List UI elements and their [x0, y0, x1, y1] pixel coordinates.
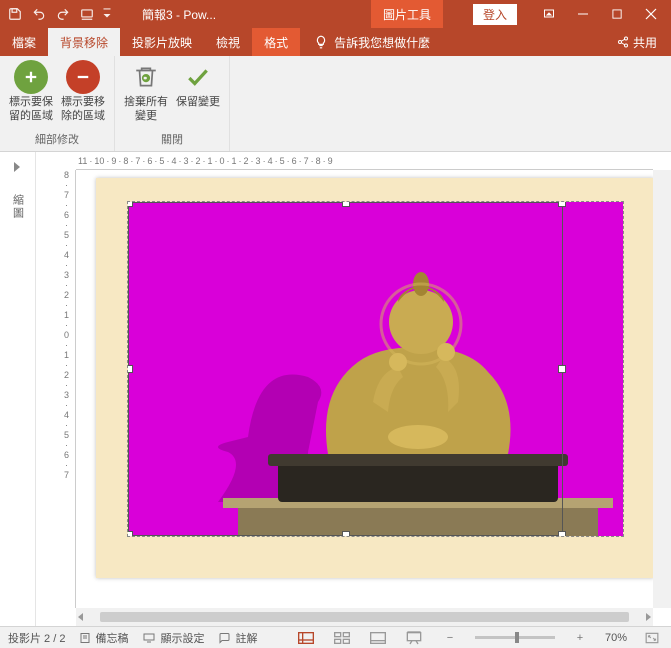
slide-sorter-view-icon[interactable]: [331, 630, 353, 646]
mark-remove-button[interactable]: 標示要移除的區域: [58, 60, 108, 129]
tab-view[interactable]: 檢視: [204, 28, 252, 56]
zoom-out-icon[interactable]: −: [439, 630, 461, 646]
minimize-icon[interactable]: [567, 4, 599, 24]
tell-me-search[interactable]: 告訴我您想做什麼: [300, 28, 603, 56]
contextual-tab-label[interactable]: 圖片工具: [371, 0, 443, 28]
ribbon-group-close: 捨棄所有變更 保留變更 關閉: [115, 56, 230, 151]
check-icon: [181, 60, 215, 94]
notes-button[interactable]: 備忘稿: [79, 630, 128, 646]
plus-circle-icon: [14, 60, 48, 94]
mark-keep-button[interactable]: 標示要保留的區域: [6, 60, 56, 129]
tab-slideshow[interactable]: 投影片放映: [120, 28, 204, 56]
close-icon[interactable]: [635, 4, 667, 24]
tab-background-remove[interactable]: 背景移除: [48, 28, 120, 56]
scrollbar-thumb[interactable]: [100, 612, 629, 622]
qat-more-icon[interactable]: [102, 5, 112, 23]
title-bar: 簡報3 - Pow... 圖片工具 登入: [0, 0, 671, 28]
discard-changes-button[interactable]: 捨棄所有變更: [121, 60, 171, 129]
workspace: 縮圖 11·10·9·8·7·6·5·4·3·2·1·0·1·2·3·4·5·6…: [0, 152, 671, 626]
ribbon-tabs: 檔案 背景移除 投影片放映 檢視 格式 告訴我您想做什麼 共用: [0, 28, 671, 56]
group-label-close: 關閉: [161, 129, 183, 151]
fit-to-window-icon[interactable]: [641, 630, 663, 646]
zoom-in-icon[interactable]: +: [569, 630, 591, 646]
tab-file[interactable]: 檔案: [0, 28, 48, 56]
tab-format[interactable]: 格式: [252, 28, 300, 56]
save-icon[interactable]: [6, 5, 24, 23]
maximize-icon[interactable]: [601, 4, 633, 24]
picture-background-removal[interactable]: [128, 202, 623, 536]
selection-marquee[interactable]: [128, 202, 563, 536]
scroll-right-icon[interactable]: [643, 612, 653, 622]
thumbnail-pane-label: 縮圖: [10, 194, 26, 220]
share-icon: [617, 36, 629, 48]
display-settings-button[interactable]: 顯示設定: [142, 630, 204, 646]
undo-icon[interactable]: [30, 5, 48, 23]
vertical-scrollbar[interactable]: [653, 170, 671, 608]
lightbulb-icon: [314, 35, 328, 49]
share-label: 共用: [633, 34, 657, 51]
quick-access-toolbar: [0, 5, 112, 23]
ribbon-display-options-icon[interactable]: [533, 4, 565, 24]
login-button[interactable]: 登入: [473, 4, 517, 25]
normal-view-icon[interactable]: [295, 630, 317, 646]
thumbnail-pane-collapsed: 縮圖: [0, 152, 36, 626]
comments-button[interactable]: 註解: [218, 630, 257, 646]
redo-icon[interactable]: [54, 5, 72, 23]
start-from-beginning-icon[interactable]: [78, 5, 96, 23]
ribbon: 標示要保留的區域 標示要移除的區域 細部修改 捨棄所有變更 保留變更 關閉: [0, 56, 671, 152]
slide-canvas[interactable]: [76, 170, 653, 608]
scroll-left-icon[interactable]: [76, 612, 86, 622]
horizontal-scrollbar[interactable]: [76, 608, 653, 626]
keep-label: 保留變更: [176, 96, 220, 110]
comment-icon: [218, 632, 231, 644]
document-title: 簡報3 - Pow...: [112, 6, 367, 23]
zoom-slider[interactable]: [475, 636, 555, 639]
notes-icon: [79, 632, 91, 644]
mark-keep-label: 標示要保留的區域: [6, 96, 56, 124]
ribbon-group-refine: 標示要保留的區域 標示要移除的區域 細部修改: [0, 56, 115, 151]
expand-thumbnails-icon[interactable]: [12, 162, 24, 174]
zoom-level[interactable]: 70%: [605, 632, 627, 644]
monitor-icon: [142, 632, 156, 644]
mark-remove-label: 標示要移除的區域: [58, 96, 108, 124]
trash-icon: [129, 60, 163, 94]
window-controls: 登入: [473, 4, 671, 25]
tell-me-label: 告訴我您想做什麼: [334, 34, 430, 51]
reading-view-icon[interactable]: [367, 630, 389, 646]
slideshow-view-icon[interactable]: [403, 630, 425, 646]
slide: [96, 178, 653, 578]
minus-circle-icon: [66, 60, 100, 94]
slide-edit-area: 11·10·9·8·7·6·5·4·3·2·1·0·1·2·3·4·5·6·7·…: [36, 152, 671, 626]
status-bar: 投影片 2 / 2 備忘稿 顯示設定 註解 − + 70%: [0, 626, 671, 648]
share-button[interactable]: 共用: [603, 28, 671, 56]
slide-indicator[interactable]: 投影片 2 / 2: [8, 630, 65, 646]
ruler-horizontal: 11·10·9·8·7·6·5·4·3·2·1·0·1·2·3·4·5·6·7·…: [76, 152, 653, 170]
group-label-refine: 細部修改: [35, 129, 79, 151]
keep-changes-button[interactable]: 保留變更: [173, 60, 223, 129]
discard-label: 捨棄所有變更: [121, 96, 171, 124]
ruler-vertical: 8·7·6·5·4·3·2·1·0·1·2·3·4·5·6·7: [58, 170, 76, 608]
